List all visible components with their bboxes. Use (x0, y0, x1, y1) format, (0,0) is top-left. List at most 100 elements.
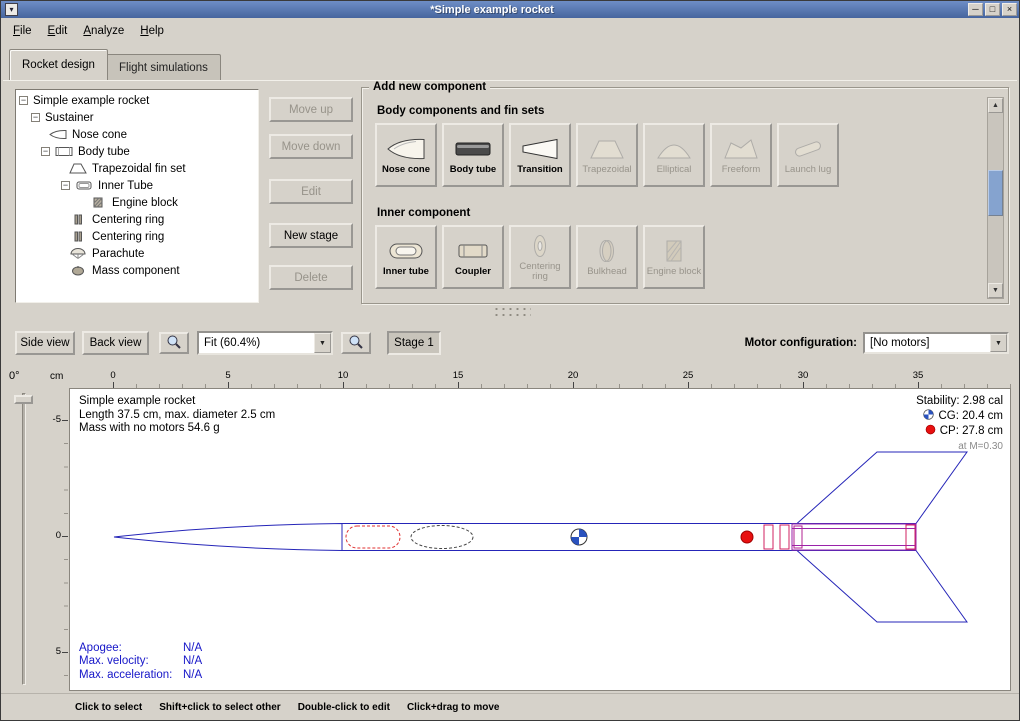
tree-item-centering-ring-1[interactable]: Centering ring (16, 211, 258, 228)
scrollbar-thumb[interactable] (988, 170, 1003, 216)
tree-item-label: Nose cone (72, 129, 127, 141)
nose-cone-icon (386, 136, 426, 162)
tree-item-parachute[interactable]: Parachute (16, 245, 258, 262)
component-button-label: Freeform (713, 165, 769, 175)
scroll-down-button[interactable]: ▼ (988, 283, 1003, 298)
trapezoidal-fin-icon (69, 163, 87, 174)
component-button-trapezoidal: Trapezoidal (576, 123, 638, 187)
rotation-slider-thumb[interactable] (14, 395, 33, 404)
tree-item-label: Inner Tube (98, 180, 153, 192)
tree-item-label: Simple example rocket (33, 95, 149, 107)
motor-configuration-label: Motor configuration: (701, 337, 857, 349)
minimize-button[interactable]: ─ (968, 3, 983, 16)
motor-configuration-value: [No motors] (865, 337, 990, 349)
menu-file[interactable]: File (5, 21, 40, 41)
cg-icon (923, 409, 934, 425)
tree-item-fin-set[interactable]: Trapezoidal fin set (16, 160, 258, 177)
scroll-up-button[interactable]: ▲ (988, 98, 1003, 113)
flight-data: Apogee:N/A Max. velocity:N/A Max. accele… (79, 642, 202, 683)
component-button-label: Launch lug (780, 165, 836, 175)
component-button-transition[interactable]: Transition (509, 123, 571, 187)
rotation-slider-track[interactable] (22, 393, 26, 685)
tree-item-label: Trapezoidal fin set (92, 163, 186, 175)
zoom-level-combo[interactable]: Fit (60.4%) ▼ (197, 331, 333, 355)
cg-value: CG: 20.4 cm (938, 410, 1003, 424)
move-down-button: Move down (269, 134, 353, 159)
menu-edit[interactable]: Edit (40, 21, 76, 41)
ruler-label: -5 (53, 414, 61, 425)
chevron-down-icon[interactable]: ▼ (314, 333, 331, 353)
menu-help[interactable]: Help (132, 21, 172, 41)
tree-item-rocket[interactable]: − Simple example rocket (16, 92, 258, 109)
close-button[interactable]: × (1002, 3, 1017, 16)
magnifier-icon (166, 334, 182, 353)
body-components-row: Nose cone Body tube Transition Trapezoid… (375, 123, 839, 187)
engine-block-icon (654, 238, 694, 264)
status-hint: Shift+click to select other (159, 702, 280, 713)
status-hint: Click to select (75, 702, 142, 713)
tree-item-centering-ring-2[interactable]: Centering ring (16, 228, 258, 245)
ruler-label: 10 (338, 370, 349, 381)
tree-item-label: Mass component (92, 265, 180, 277)
component-button-label: Transition (512, 165, 568, 175)
centering-ring-icon (520, 233, 560, 259)
freeform-fin-icon (721, 136, 761, 162)
max-acceleration-label: Max. acceleration: (79, 669, 183, 683)
ruler-label: 35 (913, 370, 924, 381)
cp-value: CP: 27.8 cm (940, 425, 1003, 439)
mass-component-icon (69, 265, 87, 276)
tab-rocket-design[interactable]: Rocket design (9, 49, 108, 80)
status-bar: Click to select Shift+click to select ot… (1, 693, 1019, 720)
new-stage-button[interactable]: New stage (269, 223, 353, 248)
rocket-design-canvas[interactable]: Simple example rocket Length 37.5 cm, ma… (69, 388, 1011, 691)
tree-item-body-tube[interactable]: − Body tube (16, 143, 258, 160)
zoom-in-button[interactable] (159, 332, 189, 354)
component-scrollbar[interactable]: ▲ ▼ (987, 97, 1004, 299)
centering-ring-icon (69, 231, 87, 242)
component-button-label: Nose cone (378, 165, 434, 175)
motor-configuration-combo[interactable]: [No motors] ▼ (863, 332, 1009, 354)
coupler-icon (453, 238, 493, 264)
side-view-button[interactable]: Side view (15, 331, 75, 355)
component-button-nose-cone[interactable]: Nose cone (375, 123, 437, 187)
max-velocity-label: Max. velocity: (79, 655, 183, 669)
rotation-value: 0° (9, 370, 20, 382)
centering-ring-icon (69, 214, 87, 225)
window-menu-icon[interactable]: ▾ (5, 3, 18, 16)
tree-item-engine-block[interactable]: Engine block (16, 194, 258, 211)
component-button-coupler[interactable]: Coupler (442, 225, 504, 289)
component-button-body-tube[interactable]: Body tube (442, 123, 504, 187)
stage-1-toggle[interactable]: Stage 1 (387, 331, 441, 355)
body-components-label: Body components and fin sets (377, 105, 544, 117)
ruler-label: 30 (798, 370, 809, 381)
parachute-icon (69, 248, 87, 259)
tree-item-inner-tube[interactable]: − Inner Tube (16, 177, 258, 194)
collapse-icon[interactable]: − (19, 96, 28, 105)
component-button-inner-tube[interactable]: Inner tube (375, 225, 437, 289)
cp-icon (925, 424, 936, 440)
vertical-ruler: -5 0 5 (45, 388, 68, 691)
stability-value: Stability: 2.98 cal (916, 395, 1003, 409)
tab-flight-simulations[interactable]: Flight simulations (106, 54, 221, 80)
menu-analyze[interactable]: Analyze (75, 21, 132, 41)
component-button-label: Bulkhead (579, 267, 635, 277)
rocket-info: Simple example rocket Length 37.5 cm, ma… (79, 395, 275, 436)
collapse-icon[interactable]: − (41, 147, 50, 156)
transition-icon (520, 136, 560, 162)
tree-item-label: Body tube (78, 146, 130, 158)
collapse-icon[interactable]: − (31, 113, 40, 122)
ruler-label: 0 (110, 370, 115, 381)
apogee-value: N/A (183, 642, 202, 654)
back-view-button[interactable]: Back view (82, 331, 149, 355)
maximize-button[interactable]: □ (985, 3, 1000, 16)
zoom-out-button[interactable] (341, 332, 371, 354)
component-tree: − Simple example rocket − Sustainer Nose… (15, 89, 259, 303)
chevron-down-icon[interactable]: ▼ (990, 334, 1007, 352)
splitter-handle[interactable] (493, 306, 531, 317)
collapse-icon[interactable]: − (61, 181, 70, 190)
component-button-label: Trapezoidal (579, 165, 635, 175)
tree-item-nose-cone[interactable]: Nose cone (16, 126, 258, 143)
tree-item-mass-component[interactable]: Mass component (16, 262, 258, 279)
inner-components-row: Inner tube Coupler Centering ring Bulkhe… (375, 225, 705, 289)
tree-item-sustainer[interactable]: − Sustainer (16, 109, 258, 126)
